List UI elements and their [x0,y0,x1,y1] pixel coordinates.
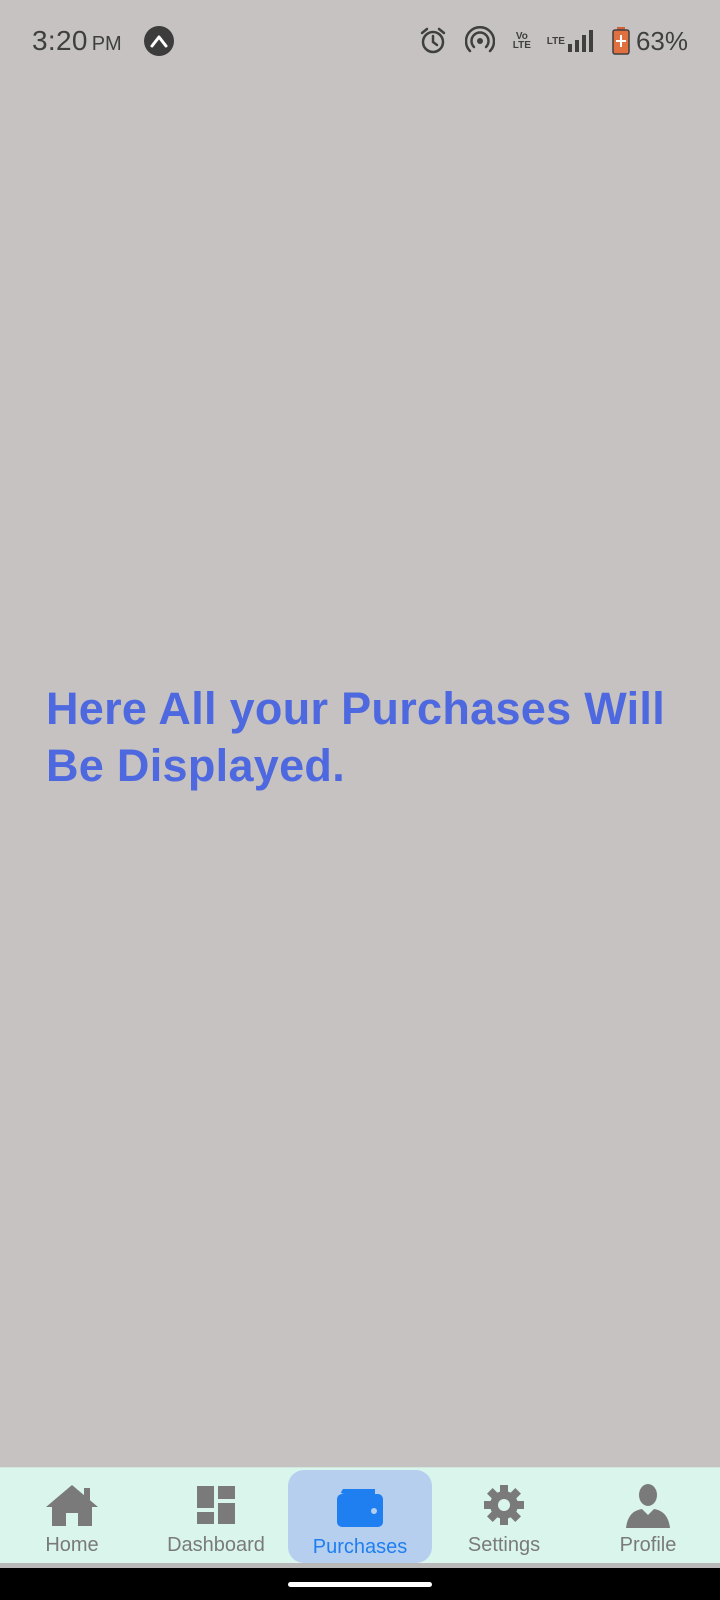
status-bar: 3:20 PM Vo LTE LTE 63% [0,0,720,82]
nav-item-profile[interactable]: Profile [576,1468,720,1563]
nav-label-home: Home [45,1534,99,1556]
battery-percent: 63% [635,25,688,56]
battery-icon [612,27,630,55]
gear-icon [482,1480,526,1530]
hotspot-icon [464,26,495,56]
nav-item-home[interactable]: Home [0,1468,144,1563]
home-icon [43,1480,101,1530]
alarm-icon [419,27,447,55]
nav-label-dashboard: Dashboard [167,1534,265,1556]
nav-item-dashboard[interactable]: Dashboard [144,1468,288,1563]
signal-icon: LTE [547,30,594,52]
app-notification-icon [143,26,174,56]
bottom-navigation: Home Dashboard Purchases Settings Profil… [0,1467,720,1563]
nav-label-settings: Settings [467,1534,541,1556]
lte-indicator: LTE [546,35,565,47]
nav-item-settings[interactable]: Settings [432,1468,576,1563]
clock: 3:20 PM [32,25,122,57]
system-gesture-bar [0,1568,720,1600]
nav-item-purchases[interactable]: Purchases [288,1470,432,1563]
nav-label-profile: Profile [619,1534,677,1556]
dashboard-icon [196,1480,236,1530]
home-gesture-handle[interactable] [288,1582,432,1587]
wallet-icon [335,1482,385,1532]
status-bar-right: Vo LTE LTE 63% [419,26,688,57]
clock-ampm: PM [91,33,122,55]
empty-purchases-message: Here All your Purchases Will Be Displaye… [46,683,666,791]
person-icon [624,1480,672,1530]
nav-label-purchases: Purchases [312,1536,408,1558]
status-bar-left: 3:20 PM [32,25,174,57]
battery-status: 63% [612,26,688,57]
clock-time: 3:20 [32,25,88,56]
volte-indicator: Vo LTE [512,31,531,51]
